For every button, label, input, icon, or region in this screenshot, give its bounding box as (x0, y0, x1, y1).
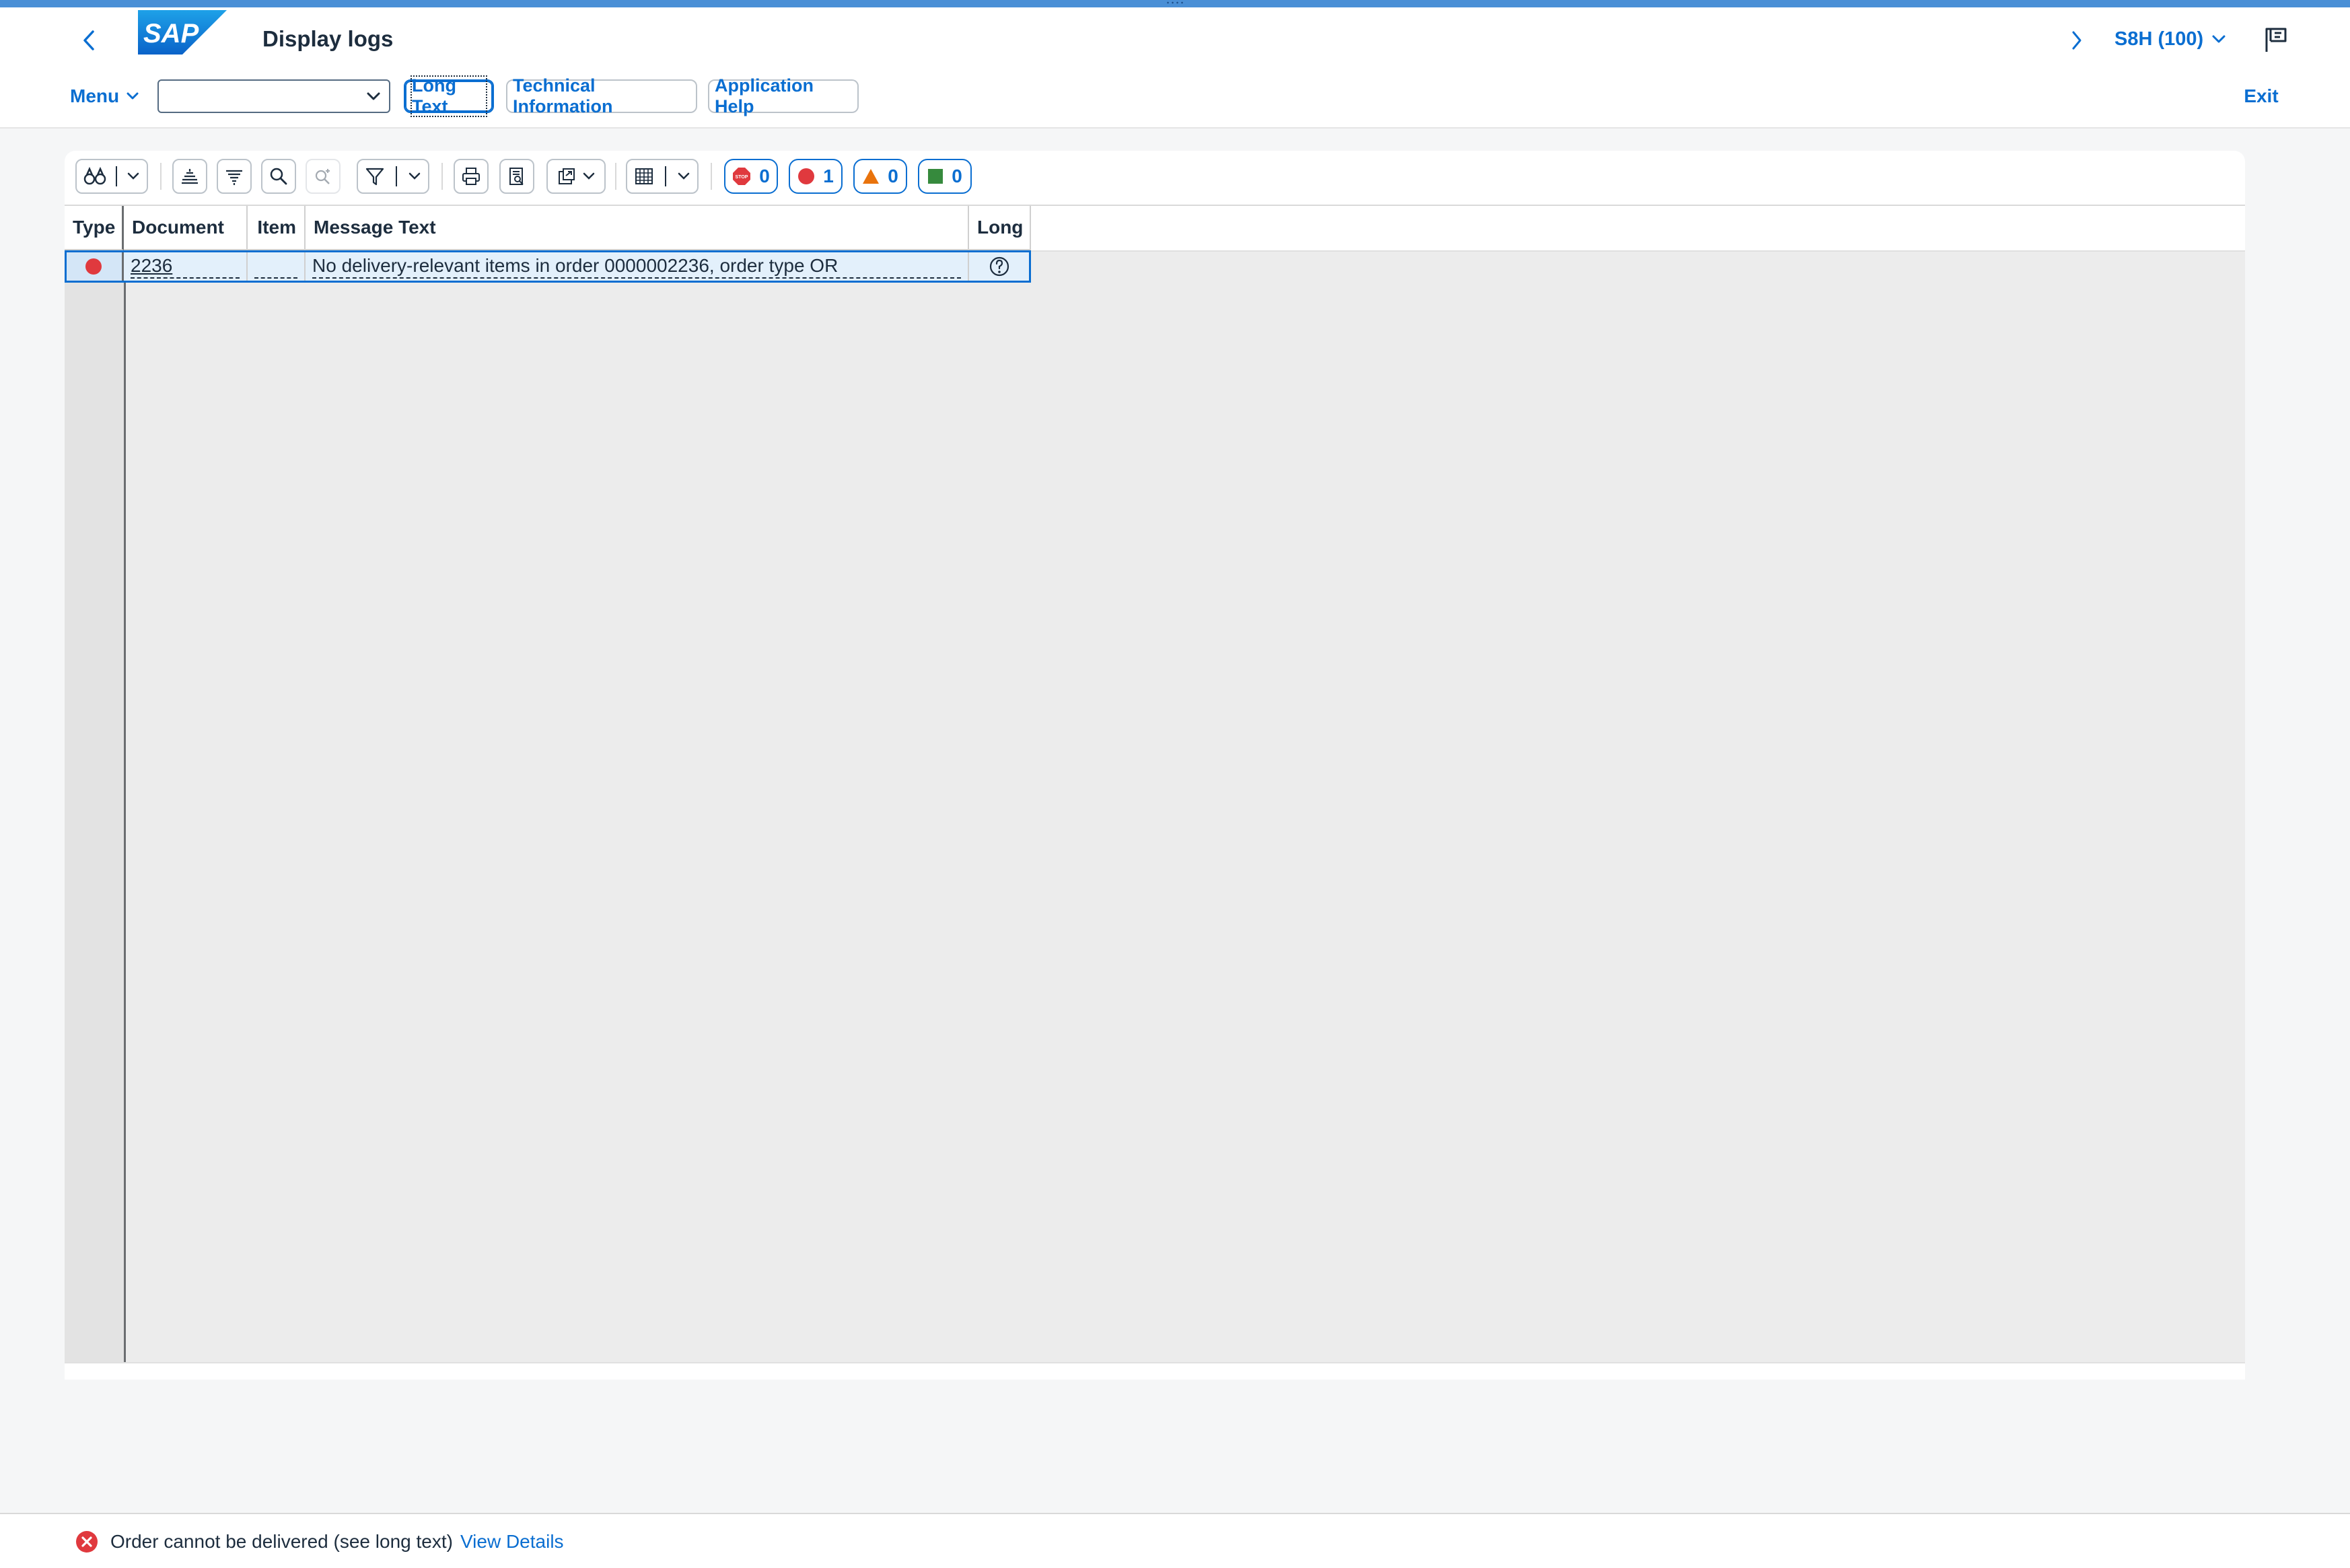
sort-ascending-button[interactable] (172, 159, 207, 194)
column-header-message-text[interactable]: Message Text (306, 206, 969, 250)
print-preview-icon (509, 168, 524, 185)
exit-button[interactable]: Exit (2234, 79, 2288, 113)
printer-icon (462, 168, 480, 185)
long-text-label: Long Text (411, 75, 487, 117)
layout-button[interactable] (626, 159, 699, 194)
chevron-down-icon (583, 172, 595, 180)
horizontal-scrollbar[interactable] (65, 1362, 2245, 1380)
status-bar: Order cannot be delivered (see long text… (0, 1513, 2350, 1568)
alv-toolbar: STOP 0 1 0 0 (65, 151, 2245, 205)
column-header-long[interactable]: Long (969, 206, 1031, 250)
forward-button[interactable] (2063, 22, 2090, 59)
technical-information-button[interactable]: Technical Information (506, 75, 697, 116)
row-long-cell[interactable] (969, 250, 1031, 283)
row-item-cell[interactable] (248, 250, 306, 283)
app-header: SAP Display logs S8H (100) Menu Long Tex… (0, 7, 2350, 129)
top-shell-line (0, 0, 2350, 7)
toolbar-separator (711, 163, 712, 190)
find-next-button[interactable] (306, 159, 341, 194)
table-grid-icon (635, 168, 653, 184)
exit-label: Exit (2244, 85, 2279, 106)
print-button[interactable] (454, 159, 489, 194)
grid-row-header-column (65, 250, 126, 1378)
chevron-down-icon (127, 92, 139, 100)
sort-descending-icon (226, 170, 242, 185)
binoculars-icon (83, 166, 106, 185)
row-document-cell[interactable]: 2236 (124, 250, 248, 283)
long-text-button[interactable]: Long Text (404, 75, 494, 117)
search-icon (270, 168, 287, 185)
error-circle-icon (76, 1531, 98, 1553)
command-select[interactable] (157, 79, 390, 113)
page-title: Display logs (262, 26, 394, 51)
error-dot-icon (85, 258, 102, 275)
stop-count: 0 (759, 166, 770, 186)
alv-grid: Type Document Item Message Text Long 223… (65, 205, 2245, 1380)
success-count: 0 (952, 166, 962, 186)
table-row[interactable]: 2236 No delivery-relevant items in order… (65, 250, 1031, 283)
error-counter-button[interactable]: 1 (789, 159, 843, 194)
sort-ascending-icon (182, 169, 198, 184)
success-counter-button[interactable]: 0 (918, 159, 972, 194)
document-link[interactable]: 2236 (131, 255, 172, 276)
print-preview-button[interactable] (499, 159, 534, 194)
status-message: Order cannot be delivered (see long text… (110, 1531, 453, 1552)
split-separator (116, 166, 117, 186)
export-button[interactable] (546, 159, 606, 194)
split-separator (396, 166, 397, 186)
application-help-label: Application Help (715, 75, 814, 116)
toolbar-separator (441, 163, 443, 190)
filter-icon (365, 168, 384, 186)
chevron-down-icon (2212, 35, 2226, 43)
error-count: 1 (823, 166, 834, 186)
chevron-left-icon (83, 30, 94, 50)
toolbar-separator (160, 163, 162, 190)
warning-counter-button[interactable]: 0 (853, 159, 907, 194)
back-button[interactable] (74, 22, 104, 59)
toolbar-separator (615, 163, 616, 190)
column-header-item[interactable]: Item (248, 206, 306, 250)
chevron-down-icon (127, 172, 139, 180)
grid-header-filler (1031, 206, 2245, 252)
success-square-icon (928, 169, 943, 184)
row-message-text-cell[interactable]: No delivery-relevant items in order 0000… (306, 250, 969, 283)
help-circle-icon[interactable] (989, 256, 1010, 277)
column-header-type[interactable]: Type (65, 206, 124, 250)
svg-text:SAP: SAP (143, 19, 199, 48)
warning-triangle-icon (863, 169, 880, 184)
sap-logo: SAP (138, 10, 227, 55)
error-dot-icon (798, 168, 815, 184)
chevron-right-icon (2072, 31, 2081, 50)
stop-sign-icon: STOP (733, 168, 751, 185)
search-next-icon (315, 169, 330, 184)
menu-button[interactable]: Menu (70, 79, 139, 113)
stop-counter-button[interactable]: STOP 0 (724, 159, 778, 194)
chevron-down-icon (367, 92, 380, 100)
menu-label: Menu (70, 85, 120, 106)
sort-descending-button[interactable] (217, 159, 252, 194)
export-icon (559, 168, 575, 184)
application-help-button[interactable]: Application Help (708, 75, 859, 116)
alv-grid-panel: STOP 0 1 0 0 Type Document Item Message … (65, 151, 2245, 1380)
split-separator (665, 166, 666, 186)
warning-count: 0 (888, 166, 898, 186)
message-text-value: No delivery-relevant items in order 0000… (312, 255, 839, 276)
flag-icon[interactable] (2261, 25, 2291, 55)
column-header-document[interactable]: Document (124, 206, 248, 250)
svg-text:STOP: STOP (736, 175, 748, 180)
chevron-down-icon (678, 172, 690, 180)
filter-button[interactable] (357, 159, 429, 194)
system-label: S8H (100) (2114, 28, 2204, 50)
system-selector[interactable]: S8H (100) (2114, 17, 2226, 61)
view-details-link[interactable]: View Details (460, 1528, 564, 1556)
chevron-down-icon (408, 172, 421, 180)
technical-information-label: Technical Information (513, 75, 613, 116)
row-type-cell (65, 250, 124, 283)
find-button[interactable] (261, 159, 296, 194)
resize-grip[interactable] (1166, 1, 1184, 4)
details-button[interactable] (75, 159, 148, 194)
